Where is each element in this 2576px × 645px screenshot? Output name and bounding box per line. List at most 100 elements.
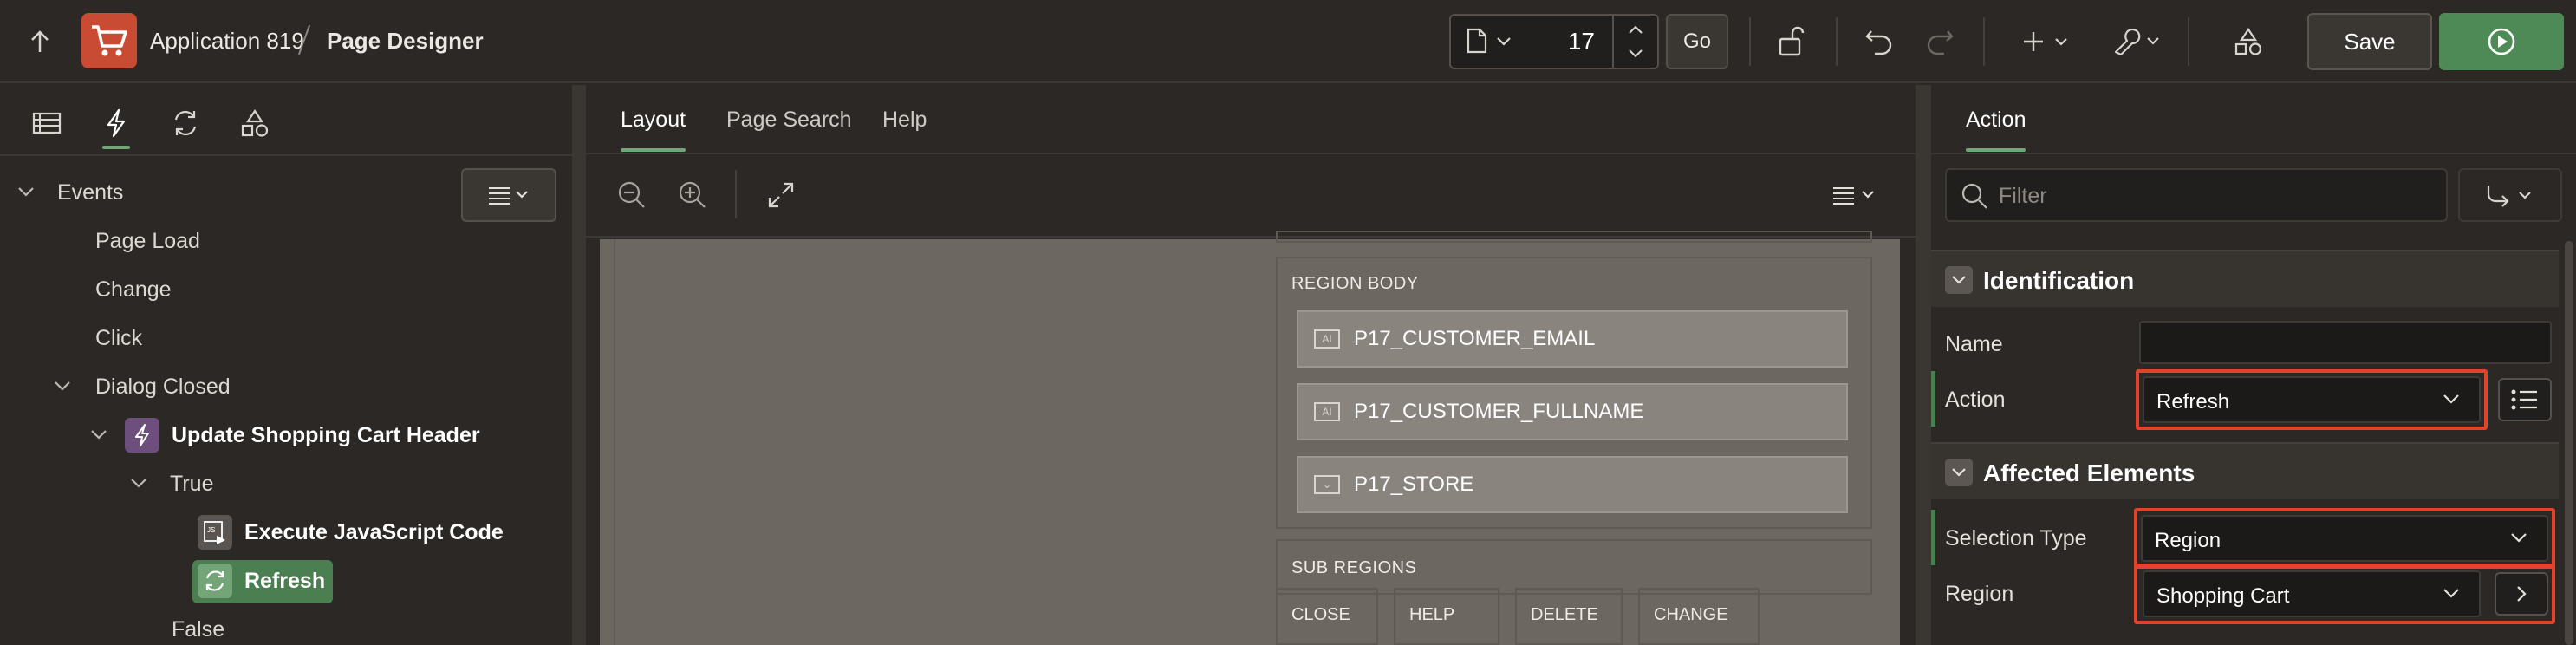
zoom-out-icon[interactable] bbox=[612, 175, 652, 215]
menu-icon bbox=[489, 187, 528, 205]
lock-icon[interactable] bbox=[1772, 21, 1813, 62]
zoom-in-icon[interactable] bbox=[673, 175, 712, 215]
chevron-down-icon[interactable] bbox=[54, 381, 71, 393]
tree-label: Click bbox=[95, 325, 143, 350]
tab-page-search[interactable]: Page Search bbox=[726, 108, 852, 133]
chevron-down-icon[interactable] bbox=[1628, 49, 1643, 59]
name-input[interactable] bbox=[2139, 321, 2552, 364]
chevron-down-icon[interactable] bbox=[1945, 459, 1973, 486]
dynamic-actions-tab[interactable] bbox=[92, 99, 140, 149]
toolbar-divider bbox=[735, 170, 737, 218]
tree-node-change[interactable]: Change bbox=[95, 265, 172, 314]
button-slot-delete[interactable]: DELETE bbox=[1515, 588, 1623, 645]
section-identification[interactable]: Identification bbox=[1931, 250, 2559, 307]
button-slot-change[interactable]: CHANGE bbox=[1638, 588, 1760, 645]
tree-node-page-load[interactable]: Page Load bbox=[95, 217, 200, 265]
utilities-menu-button[interactable] bbox=[2110, 21, 2165, 62]
page-number-value[interactable]: 17 bbox=[1568, 28, 1595, 55]
layout-menu-button[interactable] bbox=[1825, 175, 1886, 215]
page-item-label: P17_CUSTOMER_FULLNAME bbox=[1354, 400, 1644, 423]
run-page-button[interactable] bbox=[2439, 13, 2564, 70]
breadcrumb-app-name[interactable]: Application 819 bbox=[150, 28, 304, 55]
name-label: Name bbox=[1945, 332, 2003, 356]
chevron-down-icon[interactable] bbox=[90, 429, 107, 441]
region-select[interactable]: Shopping Cart bbox=[2143, 570, 2481, 617]
required-marker bbox=[1931, 510, 1935, 565]
go-to-region-button[interactable] bbox=[2495, 572, 2548, 616]
chevron-up-icon[interactable] bbox=[1628, 24, 1643, 35]
tree-label: Change bbox=[95, 277, 172, 302]
tree-label: Dialog Closed bbox=[95, 374, 231, 399]
tree-node-false[interactable]: False bbox=[172, 605, 224, 645]
javascript-icon: JS bbox=[198, 515, 232, 550]
chevron-down-icon bbox=[2443, 589, 2459, 598]
search-icon bbox=[1961, 183, 1987, 209]
undo-icon[interactable] bbox=[1858, 21, 1900, 62]
tree-node-true[interactable]: True bbox=[130, 459, 213, 508]
page-number-stepper[interactable] bbox=[1612, 16, 1657, 68]
shared-components-tab[interactable] bbox=[231, 99, 279, 147]
shared-components-icon[interactable] bbox=[2228, 21, 2269, 62]
tree-actions-menu-button[interactable] bbox=[461, 168, 556, 222]
play-icon bbox=[2488, 28, 2515, 55]
toolbar-divider bbox=[1836, 17, 1838, 66]
section-affected-elements[interactable]: Affected Elements bbox=[1931, 442, 2559, 499]
processing-tab[interactable] bbox=[161, 99, 210, 147]
lightning-icon bbox=[125, 418, 159, 453]
page-item-label: P17_STORE bbox=[1354, 472, 1474, 496]
left-splitter[interactable] bbox=[572, 85, 586, 645]
scrollbar-thumb[interactable] bbox=[2565, 241, 2573, 645]
button-slot-help[interactable]: HELP bbox=[1394, 588, 1499, 645]
region-label: Region bbox=[1945, 582, 2014, 606]
save-button[interactable]: Save bbox=[2307, 13, 2432, 70]
button-slot-close[interactable]: CLOSE bbox=[1276, 588, 1378, 645]
page-number-field[interactable]: 17 bbox=[1449, 14, 1659, 69]
list-button[interactable] bbox=[2498, 378, 2552, 421]
refresh-icon bbox=[198, 564, 232, 598]
tree-node-dialog-closed[interactable]: Dialog Closed bbox=[54, 362, 231, 411]
app-icon[interactable] bbox=[81, 13, 137, 68]
tab-action[interactable]: Action bbox=[1966, 108, 2026, 152]
filter-field[interactable] bbox=[1945, 168, 2448, 222]
rendering-icon bbox=[32, 112, 62, 134]
selection-type-value: Region bbox=[2155, 529, 2221, 552]
sub-regions-box[interactable]: SUB REGIONS bbox=[1276, 539, 1872, 595]
chevron-down-icon[interactable] bbox=[130, 478, 147, 490]
page-item[interactable]: ⌄ P17_STORE bbox=[1297, 456, 1848, 513]
action-select[interactable]: Refresh bbox=[2143, 376, 2481, 423]
filter-input[interactable] bbox=[1999, 182, 2432, 210]
tree-node-click[interactable]: Click bbox=[95, 314, 142, 362]
page-title: Page Designer bbox=[327, 28, 484, 54]
chevron-down-icon[interactable] bbox=[17, 186, 35, 199]
go-to-group-button[interactable] bbox=[2458, 168, 2562, 222]
canvas-grid-left bbox=[614, 239, 1262, 645]
up-arrow-icon[interactable] bbox=[21, 23, 59, 61]
chevron-down-icon[interactable] bbox=[1945, 266, 1973, 294]
region-body-box[interactable]: REGION BODY AI P17_CUSTOMER_EMAIL AI P17… bbox=[1276, 257, 1872, 529]
tab-layout[interactable]: Layout bbox=[621, 108, 686, 152]
plus-icon bbox=[2024, 32, 2067, 51]
page-item[interactable]: AI P17_CUSTOMER_FULLNAME bbox=[1297, 383, 1848, 440]
action-select-value: Refresh bbox=[2156, 390, 2230, 414]
tree-node-execute-js[interactable]: JS Execute JavaScript Code bbox=[198, 508, 504, 557]
create-menu-button[interactable] bbox=[2020, 21, 2072, 62]
rendering-tab[interactable] bbox=[23, 99, 71, 147]
property-tabs: Action bbox=[1931, 85, 2576, 154]
chevron-down-icon bbox=[2511, 533, 2527, 543]
chevron-down-icon[interactable] bbox=[1496, 36, 1512, 47]
tab-help[interactable]: Help bbox=[882, 108, 927, 133]
center-pane: Layout Page Search Help REGION BODY AI P… bbox=[586, 85, 1916, 645]
redo-icon[interactable] bbox=[1919, 21, 1961, 62]
toolbar-divider bbox=[2188, 17, 2189, 66]
right-splitter[interactable] bbox=[1916, 85, 1931, 645]
section-title: Identification bbox=[1983, 267, 2135, 294]
scrollbar[interactable] bbox=[2562, 241, 2576, 645]
tree-node-refresh[interactable]: Refresh bbox=[198, 557, 325, 605]
selection-type-select[interactable]: Region bbox=[2141, 515, 2548, 562]
tree-node-dynamic-action[interactable]: Update Shopping Cart Header bbox=[90, 411, 480, 459]
shared-components-icon bbox=[241, 109, 269, 137]
go-button[interactable]: Go bbox=[1666, 14, 1728, 69]
tree-node-events[interactable]: Events bbox=[17, 168, 123, 217]
expand-icon[interactable] bbox=[761, 175, 801, 215]
page-item[interactable]: AI P17_CUSTOMER_EMAIL bbox=[1297, 310, 1848, 368]
